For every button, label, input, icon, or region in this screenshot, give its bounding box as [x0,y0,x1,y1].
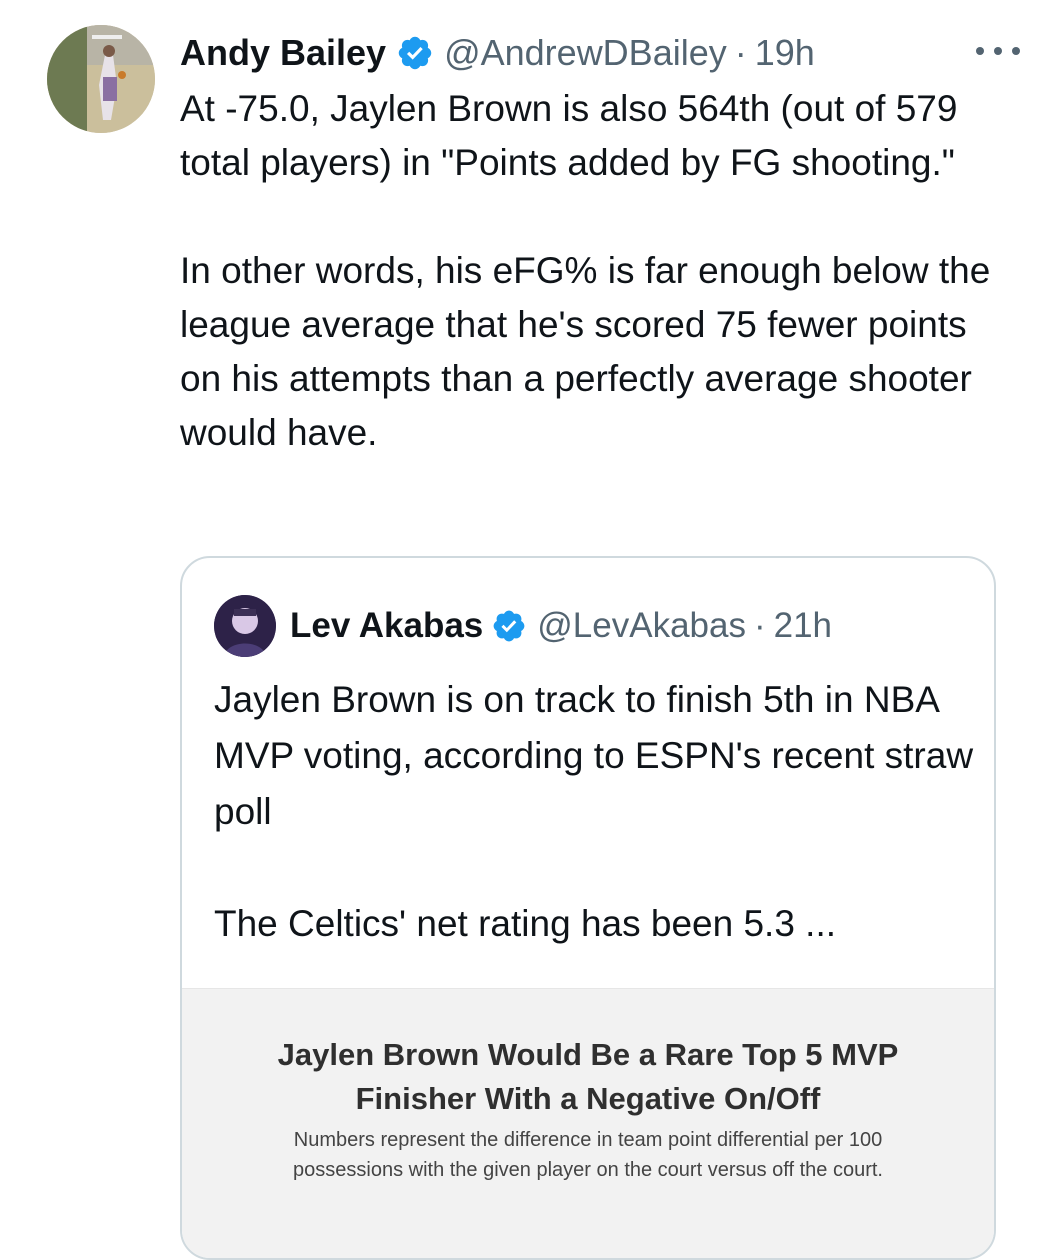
quoted-avatar-photo-icon [214,595,276,657]
quoted-author-handle[interactable]: @LevAkabas [537,606,746,646]
card-subtitle-line-2: possessions with the given player on the… [293,1159,883,1181]
quoted-tweet-text: Jaylen Brown is on track to finish 5th i… [214,672,974,952]
tweet-time[interactable]: 19h [755,32,815,74]
card-title-line-2: Finisher With a Negative On/Off [355,1081,821,1116]
tweet-paragraph-2: In other words, his eFG% is far enough b… [180,250,991,453]
tweet-text: At -75.0, Jaylen Brown is also 564th (ou… [180,82,1010,460]
card-subtitle-line-1: Numbers represent the difference in team… [293,1129,883,1151]
link-preview-card[interactable]: Jaylen Brown Would Be a Rare Top 5 MVP F… [182,988,994,1258]
quoted-verified-badge-icon [491,608,527,644]
quoted-paragraph-2: The Celtics' net rating has been 5.3 ... [214,903,837,944]
quoted-tweet-time[interactable]: 21h [774,606,832,646]
quoted-author-avatar[interactable] [214,595,276,657]
quoted-tweet[interactable]: Lev Akabas @LevAkabas · 21h Jaylen Brown… [180,556,996,1260]
card-title-line-1: Jaylen Brown Would Be a Rare Top 5 MVP [277,1037,899,1072]
quoted-separator-dot: · [753,606,766,645]
author-name[interactable]: Andy Bailey [180,32,386,74]
quoted-tweet-header: Lev Akabas @LevAkabas · 21h [214,595,832,657]
tweet-header: Andy Bailey @AndrewDBailey · 19h [180,28,1010,78]
author-handle[interactable]: @AndrewDBailey [444,32,727,74]
separator-dot: · [734,32,747,73]
quoted-paragraph-1: Jaylen Brown is on track to finish 5th i… [214,679,974,832]
avatar-photo-icon [47,25,155,133]
more-options-icon[interactable] [976,36,1020,66]
card-title: Jaylen Brown Would Be a Rare Top 5 MVP F… [182,1033,994,1121]
card-subtitle: Numbers represent the difference in team… [222,1125,954,1185]
verified-badge-icon [396,34,434,72]
quoted-author-name[interactable]: Lev Akabas [290,606,483,646]
author-avatar[interactable] [47,25,155,133]
tweet-paragraph-1: At -75.0, Jaylen Brown is also 564th (ou… [180,88,958,183]
